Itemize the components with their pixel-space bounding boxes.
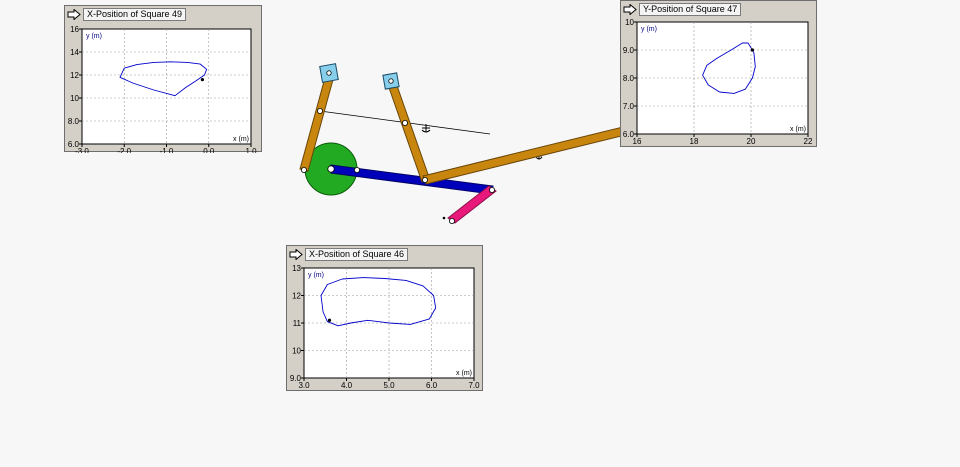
y-tick-label: 16	[70, 25, 79, 34]
y-tick-label: 9.0	[623, 46, 635, 55]
y-tick-label: 12	[292, 292, 301, 301]
y-tick-label: 11	[293, 319, 302, 328]
x-tick-label: 4.0	[341, 381, 353, 390]
x-tick-label: 1.0	[245, 147, 257, 153]
meter-plot: -3.0 -2.0 -1.0 0.0 1.06.08.010121416x (m)y (…	[68, 25, 257, 153]
x-tick-label: -2.0	[117, 147, 131, 153]
x-tick-label: 6.0	[426, 381, 438, 390]
x-axis-label: x (m)	[456, 370, 472, 377]
y-tick-label: 10	[625, 18, 634, 27]
x-tick-label: 0.0	[203, 147, 215, 153]
meter-square-46[interactable]: X-Position of Square 46 3.0 4.0 5.0 6.0 7.0 9…	[286, 245, 483, 391]
current-point-marker	[750, 48, 755, 52]
y-tick-label: 8.0	[68, 117, 80, 126]
square-49[interactable]	[319, 63, 339, 83]
meter-plot: 3.0 4.0 5.0 6.0 7.09.010111213x (m)y (m)	[290, 264, 480, 390]
y-tick-label: 14	[70, 48, 79, 57]
y-tick-label: 6.0	[68, 140, 80, 149]
y-tick-label: 6.0	[623, 130, 635, 139]
y-tick-label: 9.0	[290, 374, 302, 383]
meter-square-47[interactable]: Y-Position of Square 47 16 18 20 22 6.0 7.0 8.…	[620, 0, 817, 147]
x-tick-label: 22	[804, 137, 813, 146]
y-tick-label: 8.0	[623, 74, 635, 83]
y-axis-label: y (m)	[86, 33, 102, 40]
y-tick-label: 10	[292, 347, 301, 356]
x-tick-label: 5.0	[383, 381, 395, 390]
x-tick-label: 18	[690, 137, 699, 146]
y-tick-label: 13	[292, 264, 301, 273]
y-tick-label: 10	[70, 94, 79, 103]
x-axis-label: x (m)	[790, 126, 806, 133]
y-tick-label: 7.0	[623, 102, 635, 111]
current-point-marker	[327, 318, 332, 322]
y-axis-label: y (m)	[641, 26, 657, 33]
square-48[interactable]	[382, 72, 400, 90]
y-tick-label: 12	[70, 71, 79, 80]
meter-square-49[interactable]: X-Position of Square 49 -3.0 -2.0 -1.0 0.0 1…	[64, 5, 262, 153]
x-tick-label: 20	[747, 137, 756, 146]
x-tick-label: -1.0	[160, 147, 174, 153]
pink-tip-marker	[442, 216, 446, 220]
y-axis-label: y (m)	[308, 272, 324, 279]
x-axis-label: x (m)	[233, 136, 249, 143]
current-point-marker	[200, 78, 205, 82]
x-tick-label: 7.0	[468, 381, 480, 390]
meter-plot: 16 18 20 226.07.08.09.010x (m)y (m)	[623, 18, 813, 146]
